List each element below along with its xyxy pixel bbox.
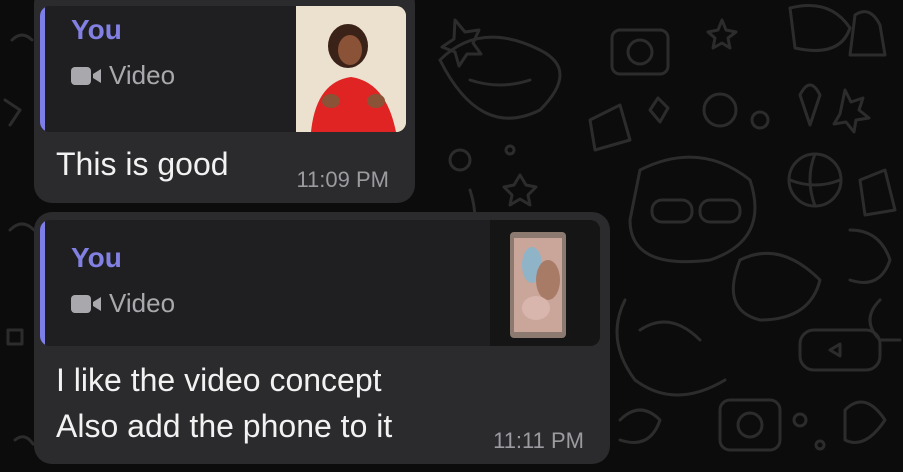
reply-author: You: [71, 242, 122, 273]
reply-media-label: Video: [109, 288, 176, 318]
video-thumbnail[interactable]: [490, 220, 600, 346]
message-text: I like the video concept Also add the ph…: [56, 362, 393, 444]
video-camera-icon: [71, 294, 101, 313]
reply-quote[interactable]: You Video: [40, 220, 600, 346]
video-thumbnail-image: [490, 220, 600, 346]
reply-media-type: Video: [71, 288, 175, 319]
message-text: This is good: [56, 146, 229, 182]
video-thumbnail[interactable]: [296, 6, 406, 132]
message-bubble[interactable]: You Video This is good 11:09 PM: [34, 0, 415, 203]
reply-quote-bar: [40, 220, 45, 346]
reply-quote-bar: [40, 6, 45, 132]
video-thumbnail-image: [296, 6, 406, 132]
reply-media-label: Video: [109, 60, 176, 90]
video-camera-icon: [71, 66, 101, 85]
message-bubble[interactable]: You Video I like the video concept Also …: [34, 212, 610, 464]
reply-media-type: Video: [71, 60, 175, 91]
message-timestamp: 11:09 PM: [296, 167, 389, 192]
reply-quote[interactable]: You Video: [40, 6, 406, 132]
reply-author: You: [71, 14, 122, 45]
message-timestamp: 11:11 PM: [493, 428, 584, 453]
